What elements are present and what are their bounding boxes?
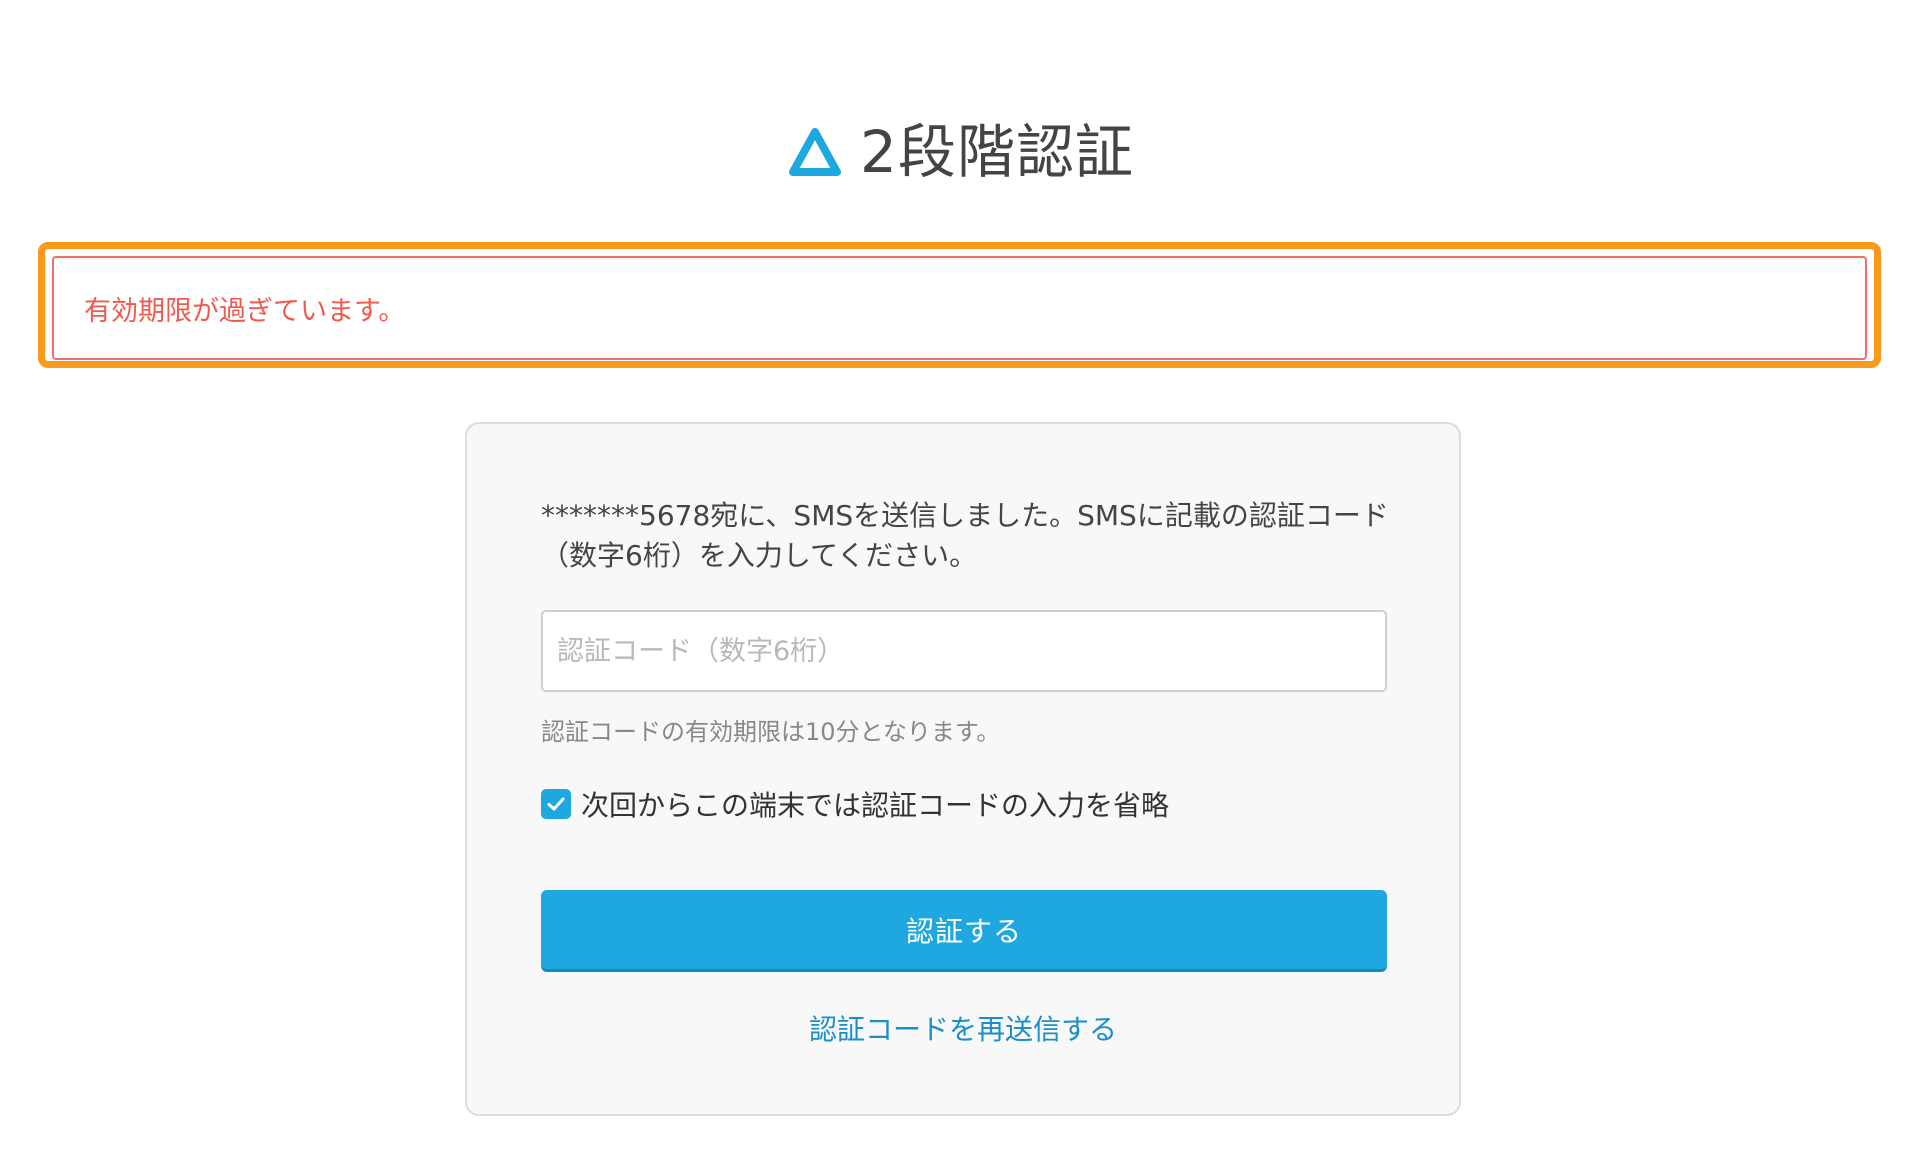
triangle-logo-icon <box>789 128 842 176</box>
checkmark-icon <box>547 797 565 811</box>
error-message: 有効期限が過ぎています。 <box>84 295 406 327</box>
expiry-hint: 認証コードの有効期限は10分となります。 <box>541 718 1001 746</box>
verification-card: *******5678宛に、SMSを送信しました。SMSに記載の認証コード（数字… <box>465 422 1461 1116</box>
verify-button[interactable]: 認証する <box>541 890 1387 972</box>
remember-device-label: 次回からこの端末では認証コードの入力を省略 <box>581 789 1170 822</box>
remember-device-option[interactable]: 次回からこの端末では認証コードの入力を省略 <box>541 784 1169 824</box>
error-alert: 有効期限が過ぎています。 <box>52 256 1867 360</box>
instructions-text: *******5678宛に、SMSを送信しました。SMSに記載の認証コード（数字… <box>541 499 1389 572</box>
resend-code-link[interactable]: 認証コードを再送信する <box>467 1008 1459 1048</box>
page-header: 2段階認証 <box>0 112 1920 192</box>
page-title: 2段階認証 <box>860 118 1134 186</box>
verification-code-input[interactable] <box>541 610 1387 692</box>
page: 2段階認証 有効期限が過ぎています。 *******5678宛に、SMSを送信し… <box>0 0 1920 1154</box>
remember-device-checkbox[interactable] <box>541 789 571 819</box>
